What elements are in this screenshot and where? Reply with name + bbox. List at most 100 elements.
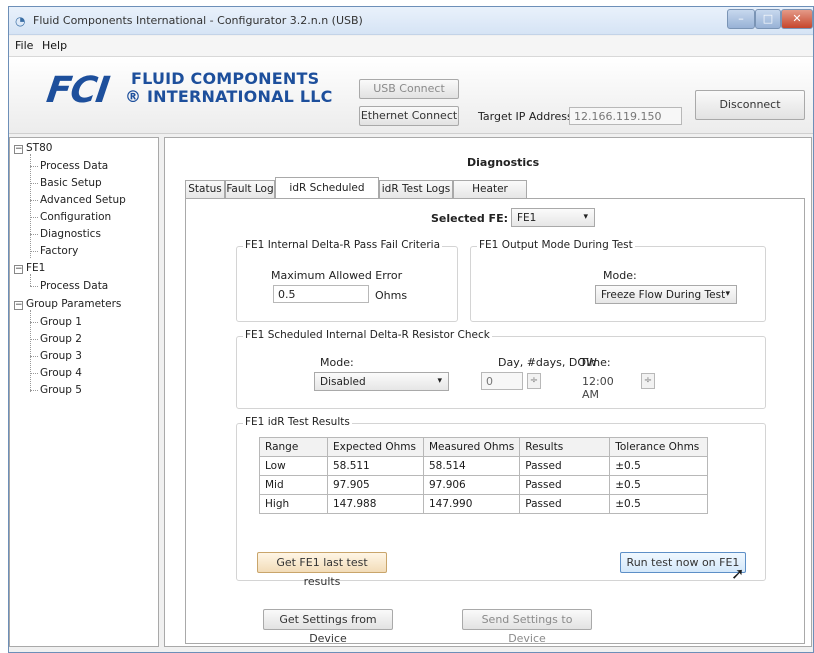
time-spinner-icon[interactable]: ÷ [641,373,655,389]
test-results-title: FE1 idR Test Results [243,416,352,428]
menu-file[interactable]: File [15,39,33,52]
run-test-now-button[interactable]: Run test now on FE1 [620,552,746,573]
maximize-button[interactable]: □ [755,9,781,29]
title-bar: ◔ Fluid Components International - Confi… [9,7,813,35]
test-results-group: FE1 idR Test Results Range Expected Ohms… [236,416,766,588]
tree-item-group-4[interactable]: Group 4 [40,367,82,379]
output-mode-label: Mode: [603,269,637,282]
tree-item-fe1[interactable]: FE1 [26,262,45,274]
pass-fail-criteria-group: FE1 Internal Delta-R Pass Fail Criteria … [236,239,458,322]
tree-item-diagnostics[interactable]: Diagnostics [40,228,101,240]
idr-scheduled-tests-page: Selected FE: FE1 ▾ FE1 Internal Delta-R … [185,198,805,645]
target-ip-input[interactable]: 12.166.119.150 [569,107,682,125]
table-cell: Passed [519,475,611,495]
get-settings-button[interactable]: Get Settings from Device [263,609,393,645]
selected-fe-dropdown[interactable]: FE1 ▾ [511,208,595,227]
column-header: Results [519,437,611,457]
scheduled-check-title: FE1 Scheduled Internal Delta-R Resistor … [243,329,492,341]
tree-item-group-parameters[interactable]: Group Parameters [26,298,121,310]
tree-item-group-1[interactable]: Group 1 [40,316,82,328]
tree-item-group-5[interactable]: Group 5 [40,384,82,396]
table-cell: ±0.5 [609,456,709,476]
chevron-down-icon: ▾ [725,289,730,299]
menu-bar: File Help [9,36,813,56]
tab-status[interactable]: Status [185,180,225,198]
chevron-down-icon: ▾ [437,376,442,386]
tree-item-process-data[interactable]: Process Data [40,160,108,172]
column-header: Tolerance Ohms [609,437,709,457]
tree-item-factory[interactable]: Factory [40,245,78,257]
tree-item-group-3[interactable]: Group 3 [40,350,82,362]
fci-logo-mark: FCI [44,70,112,111]
day-input[interactable]: 0 [481,372,523,390]
collapse-icon[interactable]: − [14,301,23,310]
tab-heater-values[interactable]: Heater Values [453,180,527,211]
disconnect-button[interactable]: Disconnect [695,90,805,120]
tree-item-st80[interactable]: ST80 [26,142,52,154]
tree-item-configuration[interactable]: Configuration [40,211,111,223]
header-band: FCI FLUID COMPONENTS ® INTERNATIONAL LLC… [9,56,813,134]
output-mode-value: Freeze Flow During Test [601,289,726,301]
collapse-icon[interactable]: − [14,265,23,274]
output-mode-group: FE1 Output Mode During Test Mode: Freeze… [470,239,766,322]
ohms-unit-label: Ohms [375,289,408,302]
table-cell: 147.988 [327,494,424,514]
table-row: Low 58.511 58.514 Passed ±0.5 [259,456,709,476]
page-title: Diagnostics [467,156,540,169]
tree-item-basic-setup[interactable]: Basic Setup [40,177,102,189]
day-spinner-icon[interactable]: ÷ [527,373,541,389]
tab-idr-scheduled-tests[interactable]: idR Scheduled Tests [275,177,379,214]
send-settings-button[interactable]: Send Settings to Device [462,609,592,645]
get-last-results-button[interactable]: Get FE1 last test results [257,552,387,588]
app-icon: ◔ [15,14,26,28]
table-cell: ±0.5 [609,475,709,495]
table-cell: Mid [259,475,328,495]
schedule-mode-dropdown[interactable]: Disabled ▾ [314,372,449,391]
max-error-label: Maximum Allowed Error [271,269,403,282]
table-cell: Passed [519,456,611,476]
tab-fault-log[interactable]: Fault Log [225,180,275,198]
table-cell: Low [259,456,328,476]
table-cell: High [259,494,328,514]
table-header-row: Range Expected Ohms Measured Ohms Result… [259,437,709,457]
usb-connect-button[interactable]: USB Connect [359,79,459,99]
app-window: ◔ Fluid Components International - Confi… [8,6,814,653]
schedule-mode-value: Disabled [320,376,366,388]
target-ip-label: Target IP Address: [478,110,577,123]
window-title: Fluid Components International - Configu… [33,14,363,27]
table-cell: 97.906 [422,475,521,495]
output-mode-title: FE1 Output Mode During Test [477,239,635,251]
collapse-icon[interactable]: − [14,145,23,154]
table-cell: Passed [519,494,611,514]
max-error-input[interactable]: 0.5 [273,285,369,303]
table-cell: 147.990 [422,494,521,514]
table-cell: ±0.5 [609,494,709,514]
minimize-button[interactable]: – [727,9,755,29]
diagnostics-panel: Diagnostics Status Fault Log idR Schedul… [164,137,812,647]
selected-fe-value: FE1 [517,212,537,224]
selected-fe-label: Selected FE: [431,212,508,225]
pass-fail-criteria-title: FE1 Internal Delta-R Pass Fail Criteria [243,239,442,251]
tree-item-group-2[interactable]: Group 2 [40,333,82,345]
ethernet-connect-button[interactable]: Ethernet Connect [359,106,459,126]
column-header: Expected Ohms [327,437,424,457]
scheduled-check-group: FE1 Scheduled Internal Delta-R Resistor … [236,329,766,409]
column-header: Range [259,437,328,457]
table-cell: 58.514 [422,456,521,476]
mouse-cursor-icon: ➚ [731,564,745,583]
logo-line-1: FLUID COMPONENTS [131,69,320,88]
menu-help[interactable]: Help [42,39,67,52]
tree-item-advanced-setup[interactable]: Advanced Setup [40,194,126,206]
tab-idr-test-logs[interactable]: idR Test Logs [379,180,453,198]
results-table: Range Expected Ohms Measured Ohms Result… [259,437,709,514]
output-mode-dropdown[interactable]: Freeze Flow During Test ▾ [595,285,737,304]
time-input[interactable]: 12:00 AM [577,372,637,401]
close-button[interactable]: ✕ [781,9,813,29]
table-row: High 147.988 147.990 Passed ±0.5 [259,494,709,514]
column-header: Measured Ohms [422,437,521,457]
table-cell: 58.511 [327,456,424,476]
time-label: Time: [580,356,611,369]
table-row: Mid 97.905 97.906 Passed ±0.5 [259,475,709,495]
tree-item-fe1-process-data[interactable]: Process Data [40,280,108,292]
schedule-mode-label: Mode: [320,356,354,369]
